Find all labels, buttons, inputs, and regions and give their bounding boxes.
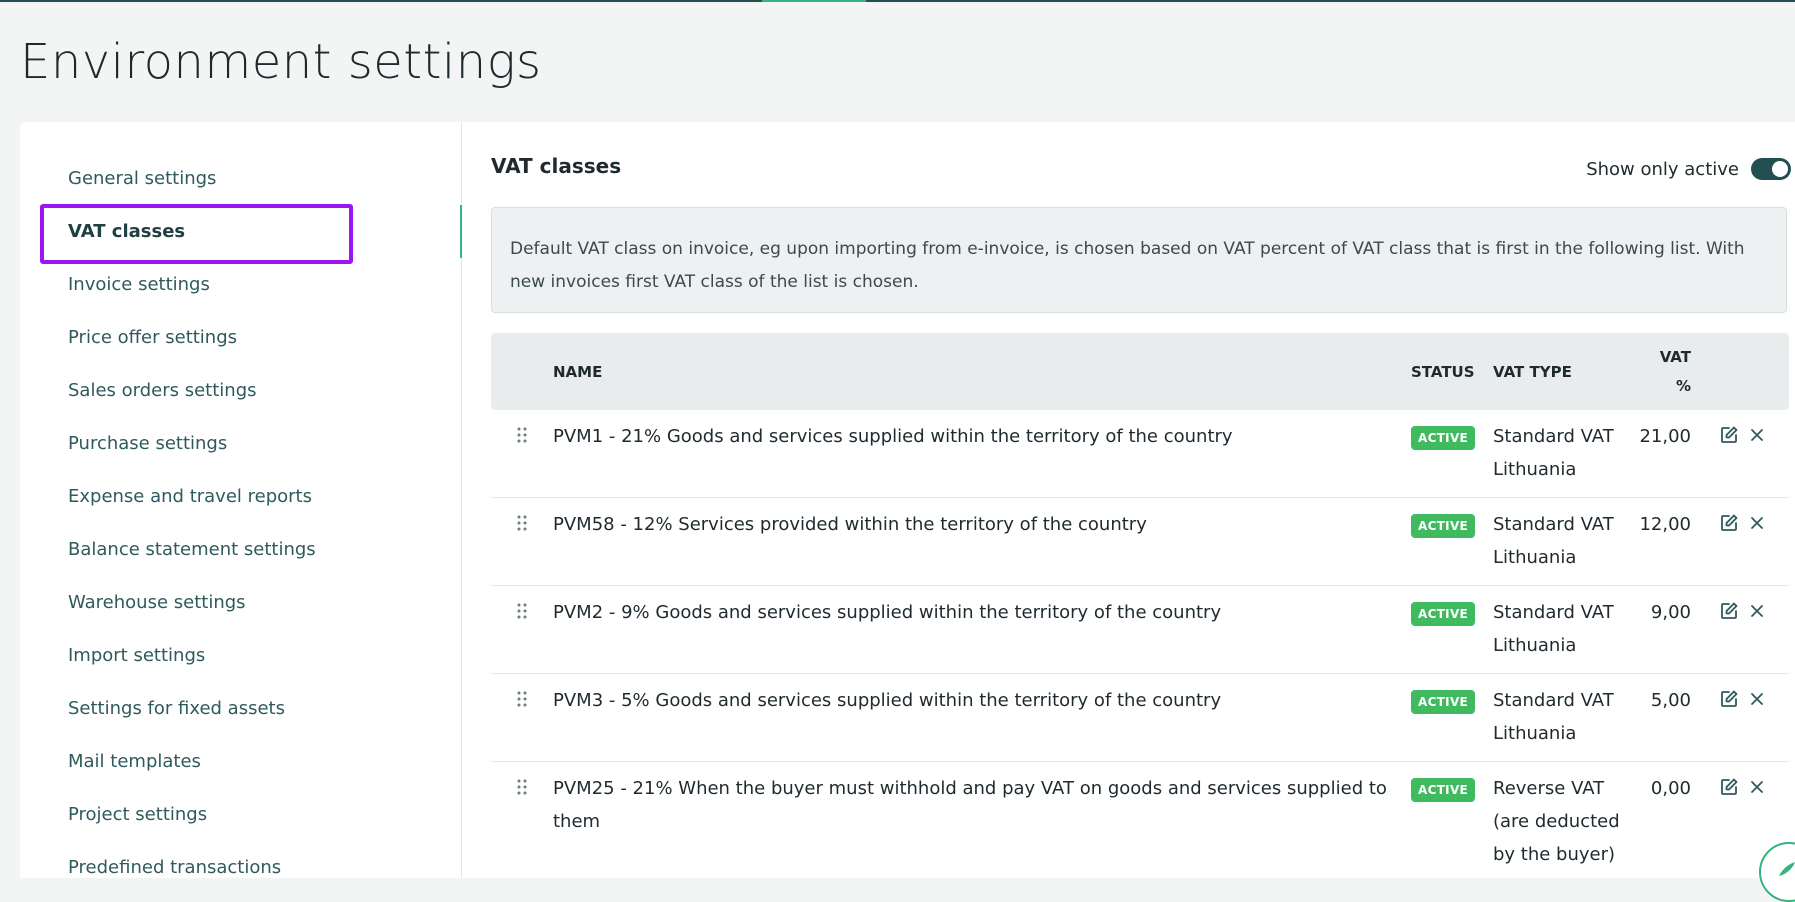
vat-percent: 9,00 <box>1650 602 1691 623</box>
sidebar-item-import-settings[interactable]: Import settings <box>20 629 461 682</box>
table-row[interactable]: PVM3 - 5% Goods and services supplied wi… <box>491 674 1789 762</box>
sidebar-item-mail-templates[interactable]: Mail templates <box>20 735 461 788</box>
toggle-label: Show only active <box>1586 158 1739 180</box>
close-icon[interactable] <box>1747 777 1767 797</box>
vat-class-name: PVM3 - 5% Goods and services supplied wi… <box>553 690 1222 711</box>
column-header-vat-type[interactable]: VAT TYPE <box>1493 333 1572 410</box>
settings-card: General settings VAT classes Invoice set… <box>20 122 1795 902</box>
sidebar-list: General settings VAT classes Invoice set… <box>20 152 462 894</box>
close-icon[interactable] <box>1747 425 1767 445</box>
status-cell: ACTIVE <box>1411 514 1476 538</box>
vat-type: Reverse VAT (are deducted by the buyer) <box>1493 778 1620 865</box>
vat-type: Standard VAT Lithuania <box>1493 514 1614 568</box>
table-row[interactable]: PVM58 - 12% Services provided within the… <box>491 498 1789 586</box>
column-header-vat-percent[interactable]: VAT % <box>1621 333 1691 410</box>
sidebar-item-label: Invoice settings <box>68 274 210 295</box>
drag-handle-icon[interactable] <box>515 690 529 710</box>
drag-handle-icon[interactable] <box>515 778 529 798</box>
sidebar-item-sales-orders-settings[interactable]: Sales orders settings <box>20 364 461 417</box>
table-header: NAME STATUS VAT TYPE VAT % <box>491 333 1789 410</box>
show-only-active-toggle[interactable] <box>1751 158 1791 180</box>
sidebar-item-label: Sales orders settings <box>68 380 257 401</box>
status-cell: ACTIVE <box>1411 426 1476 450</box>
sidebar-item-fixed-assets-settings[interactable]: Settings for fixed assets <box>20 682 461 735</box>
vat-percent: 21,00 <box>1639 426 1691 447</box>
close-icon[interactable] <box>1747 689 1767 709</box>
sidebar-item-predefined-transactions[interactable]: Predefined transactions <box>20 841 461 894</box>
settings-sidebar: General settings VAT classes Invoice set… <box>20 122 462 878</box>
vat-class-name: PVM2 - 9% Goods and services supplied wi… <box>553 602 1222 623</box>
vat-class-name: PVM25 - 21% When the buyer must withhold… <box>553 778 1387 832</box>
sidebar-item-purchase-settings[interactable]: Purchase settings <box>20 417 461 470</box>
sidebar-item-invoice-settings[interactable]: Invoice settings <box>20 258 461 311</box>
sidebar-item-label: Mail templates <box>68 751 201 772</box>
status-badge: ACTIVE <box>1411 778 1476 802</box>
sidebar-item-label: VAT classes <box>68 221 186 242</box>
status-badge: ACTIVE <box>1411 426 1476 450</box>
vat-header-line2: % <box>1675 376 1691 395</box>
vat-percent: 12,00 <box>1639 514 1691 535</box>
sidebar-item-label: Import settings <box>68 645 206 666</box>
top-border <box>0 0 1795 2</box>
vat-type: Standard VAT Lithuania <box>1493 602 1614 656</box>
toggle-knob <box>1772 161 1788 177</box>
close-icon[interactable] <box>1747 513 1767 533</box>
vat-class-name: PVM1 - 21% Goods and services supplied w… <box>553 426 1233 447</box>
vat-type: Standard VAT Lithuania <box>1493 690 1614 744</box>
sidebar-item-price-offer-settings[interactable]: Price offer settings <box>20 311 461 364</box>
vat-type: Standard VAT Lithuania <box>1493 426 1614 480</box>
vat-class-name: PVM58 - 12% Services provided within the… <box>553 514 1147 535</box>
column-header-status[interactable]: STATUS <box>1411 333 1475 410</box>
status-badge: ACTIVE <box>1411 690 1476 714</box>
sidebar-item-expense-travel-reports[interactable]: Expense and travel reports <box>20 470 461 523</box>
table-row[interactable]: PVM1 - 21% Goods and services supplied w… <box>491 410 1789 498</box>
edit-icon[interactable] <box>1719 513 1739 533</box>
drag-handle-icon[interactable] <box>515 426 529 446</box>
sidebar-item-project-settings[interactable]: Project settings <box>20 788 461 841</box>
edit-icon[interactable] <box>1719 601 1739 621</box>
vat-classes-table: NAME STATUS VAT TYPE VAT % PVM1 - 21% Go… <box>491 333 1789 872</box>
status-badge: ACTIVE <box>1411 514 1476 538</box>
info-box: Default VAT class on invoice, eg upon im… <box>491 207 1787 313</box>
sidebar-item-label: General settings <box>68 168 217 189</box>
page-title: Environment settings <box>20 34 542 90</box>
table-row[interactable]: PVM2 - 9% Goods and services supplied wi… <box>491 586 1789 674</box>
sidebar-item-label: Purchase settings <box>68 433 228 454</box>
sidebar-item-vat-classes[interactable]: VAT classes <box>20 205 462 258</box>
sidebar-item-label: Warehouse settings <box>68 592 246 613</box>
drag-handle-icon[interactable] <box>515 602 529 622</box>
top-accent-bar <box>762 0 866 2</box>
sidebar-item-balance-statement-settings[interactable]: Balance statement settings <box>20 523 461 576</box>
section-title: VAT classes <box>491 154 622 178</box>
vat-classes-panel: VAT classes Show only active Default VAT… <box>461 122 1795 902</box>
sidebar-item-label: Price offer settings <box>68 327 238 348</box>
sidebar-item-general-settings[interactable]: General settings <box>20 152 461 205</box>
edit-icon[interactable] <box>1719 425 1739 445</box>
table-row[interactable]: PVM25 - 21% When the buyer must withhold… <box>491 762 1789 872</box>
sidebar-item-label: Predefined transactions <box>68 857 282 878</box>
edit-icon[interactable] <box>1719 689 1739 709</box>
sidebar-item-label: Expense and travel reports <box>68 486 312 507</box>
edit-icon[interactable] <box>1719 777 1739 797</box>
vat-percent: 0,00 <box>1650 778 1691 799</box>
sidebar-item-label: Project settings <box>68 804 208 825</box>
status-cell: ACTIVE <box>1411 778 1476 802</box>
drag-handle-icon[interactable] <box>515 514 529 534</box>
vat-header-line1: VAT <box>1659 347 1691 366</box>
close-icon[interactable] <box>1747 601 1767 621</box>
sidebar-item-label: Balance statement settings <box>68 539 316 560</box>
sidebar-item-warehouse-settings[interactable]: Warehouse settings <box>20 576 461 629</box>
status-cell: ACTIVE <box>1411 690 1476 714</box>
status-badge: ACTIVE <box>1411 602 1476 626</box>
column-header-name[interactable]: NAME <box>553 333 602 410</box>
show-only-active-control: Show only active <box>1586 158 1791 180</box>
sidebar-item-label: Settings for fixed assets <box>68 698 285 719</box>
status-cell: ACTIVE <box>1411 602 1476 626</box>
vat-percent: 5,00 <box>1650 690 1691 711</box>
